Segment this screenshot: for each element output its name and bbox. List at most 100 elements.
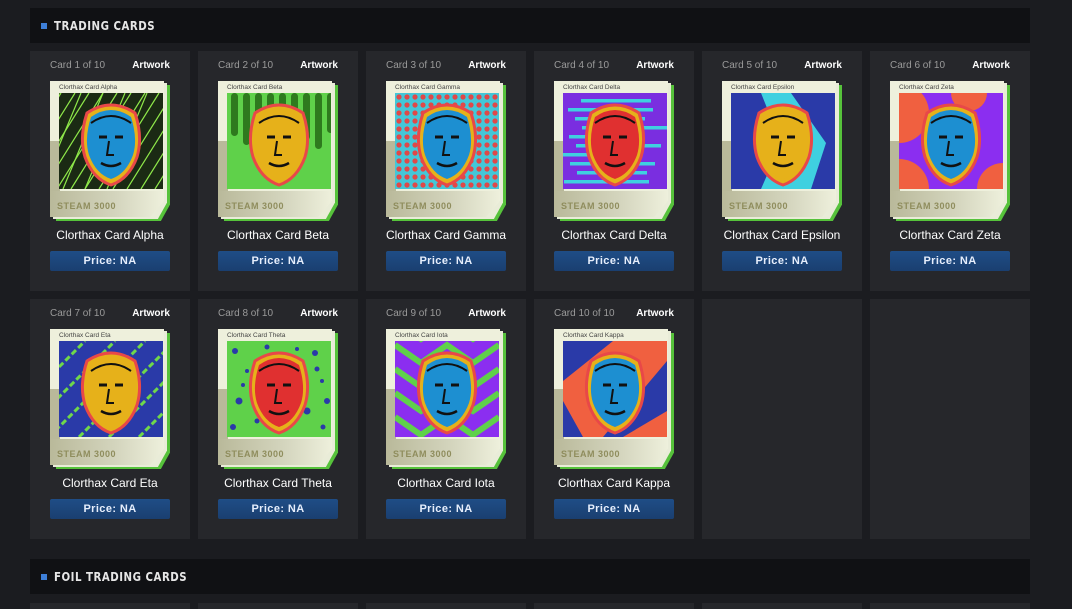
price-button[interactable]: Price: NA	[890, 251, 1010, 271]
card-number: Card 9 of 10	[386, 308, 442, 319]
card-number: Card 8 of 10	[218, 308, 274, 319]
card-number: Card 10 of 10	[554, 308, 615, 319]
card-brand: STEAM 3000	[225, 201, 285, 211]
price-button[interactable]: Price: NA	[50, 499, 170, 519]
price-button[interactable]: Price: NA	[50, 251, 170, 271]
price-button[interactable]: Price: NA	[722, 251, 842, 271]
card-mini-title: Clorthax Card Theta	[227, 332, 286, 339]
trading-card[interactable]: Card 7 of 10 Artwork Clorthax Card Eta STEA…	[30, 299, 190, 539]
trading-card[interactable]: Card 2 of 10 Artwork Clorthax Card Beta STE…	[198, 51, 358, 291]
card-artwork	[59, 93, 163, 189]
trading-card[interactable]: Card 6 of 10 Artwork Clorthax Card Zeta STE…	[870, 51, 1030, 291]
card-mini-title: Clorthax Card Gamma	[395, 84, 461, 91]
card-brand: STEAM 3000	[561, 449, 621, 459]
price-button[interactable]: Price: NA	[554, 251, 674, 271]
artwork-link[interactable]: Artwork	[300, 308, 338, 319]
artwork-link[interactable]: Artwork	[300, 60, 338, 71]
card-number: Card 6 of 10	[890, 60, 946, 71]
card-name: Clorthax Card Delta	[561, 228, 667, 242]
card-brand: STEAM 3000	[729, 201, 789, 211]
trading-card[interactable]: Card 10 of 10 Artwork Clorthax Card Kappa S…	[534, 299, 694, 539]
card-brand: STEAM 3000	[393, 201, 453, 211]
card-face: Clorthax Card Gamma STEAM 3000	[386, 81, 500, 217]
trading-card[interactable]: Card 5 of 10 Artwork Clorthax Card Epsilon…	[702, 51, 862, 291]
trading-card[interactable]: Card 4 of 10 Artwork Clorthax Card Delta ST…	[534, 51, 694, 291]
card-mini-title: Clorthax Card Iota	[395, 332, 448, 339]
card-brand: STEAM 3000	[393, 449, 453, 459]
card-artwork	[563, 341, 667, 437]
empty-card-slot	[702, 299, 862, 539]
card-mini-title: Clorthax Card Epsilon	[731, 84, 795, 91]
foil-card-cell	[534, 603, 694, 609]
card-number: Card 1 of 10	[50, 60, 106, 71]
trading-card[interactable]: Card 1 of 10 Artwork Clorthax Card Alpha ST…	[30, 51, 190, 291]
card-artwork	[395, 93, 499, 189]
artwork-link[interactable]: Artwork	[468, 60, 506, 71]
card-artwork	[227, 93, 331, 189]
card-image[interactable]: Clorthax Card Theta STEAM 3000	[218, 329, 338, 469]
card-face: Clorthax Card Alpha STEAM 3000	[50, 81, 164, 217]
artwork-link[interactable]: Artwork	[132, 60, 170, 71]
card-image[interactable]: Clorthax Card Epsilon STEAM 3000	[722, 81, 842, 221]
card-image[interactable]: Clorthax Card Eta STEAM 3000	[50, 329, 170, 469]
card-name: Clorthax Card Eta	[62, 476, 158, 490]
price-button[interactable]: Price: NA	[386, 251, 506, 271]
card-number: Card 2 of 10	[218, 60, 274, 71]
section-title: FOIL TRADING CARDS	[54, 569, 188, 584]
section-bullet-icon	[41, 22, 47, 29]
foil-trading-cards-header: FOIL TRADING CARDS	[30, 559, 1030, 594]
price-button[interactable]: Price: NA	[554, 499, 674, 519]
foil-card-cell	[30, 603, 190, 609]
card-mini-title: Clorthax Card Alpha	[59, 84, 118, 91]
foil-cards-row	[30, 603, 1030, 609]
trading-cards-grid: Card 1 of 10 Artwork Clorthax Card Alpha ST…	[30, 51, 1030, 539]
price-button[interactable]: Price: NA	[218, 251, 338, 271]
card-mini-title: Clorthax Card Eta	[59, 332, 111, 339]
card-artwork	[731, 93, 835, 189]
artwork-link[interactable]: Artwork	[972, 60, 1010, 71]
card-mini-title: Clorthax Card Kappa	[563, 332, 624, 339]
card-image[interactable]: Clorthax Card Zeta STEAM 3000	[890, 81, 1010, 221]
card-image[interactable]: Clorthax Card Beta STEAM 3000	[218, 81, 338, 221]
foil-card-cell	[870, 603, 1030, 609]
card-face: Clorthax Card Kappa STEAM 3000	[554, 329, 668, 465]
card-name: Clorthax Card Epsilon	[723, 228, 841, 242]
foil-card-cell	[366, 603, 526, 609]
card-face: Clorthax Card Iota STEAM 3000	[386, 329, 500, 465]
card-name: Clorthax Card Kappa	[557, 476, 671, 490]
card-artwork	[227, 341, 331, 437]
foil-card-cell	[198, 603, 358, 609]
card-name: Clorthax Card Theta	[224, 476, 332, 490]
trading-card[interactable]: Card 3 of 10 Artwork Clorthax Card Gamma ST…	[366, 51, 526, 291]
card-brand: STEAM 3000	[57, 449, 117, 459]
section-bullet-icon	[41, 573, 47, 580]
card-name: Clorthax Card Gamma	[385, 228, 507, 242]
card-artwork	[563, 93, 667, 189]
card-image[interactable]: Clorthax Card Iota STEAM 3000	[386, 329, 506, 469]
card-brand: STEAM 3000	[897, 201, 957, 211]
card-brand: STEAM 3000	[561, 201, 621, 211]
artwork-link[interactable]: Artwork	[468, 308, 506, 319]
card-face: Clorthax Card Epsilon STEAM 3000	[722, 81, 836, 217]
card-number: Card 5 of 10	[722, 60, 778, 71]
card-mini-title: Clorthax Card Beta	[227, 84, 283, 91]
artwork-link[interactable]: Artwork	[636, 60, 674, 71]
card-name: Clorthax Card Alpha	[56, 228, 164, 242]
card-name: Clorthax Card Zeta	[899, 228, 1001, 242]
trading-card[interactable]: Card 8 of 10 Artwork Clorthax Card Theta ST…	[198, 299, 358, 539]
section-title: TRADING CARDS	[54, 18, 156, 33]
card-image[interactable]: Clorthax Card Alpha STEAM 3000	[50, 81, 170, 221]
card-number: Card 7 of 10	[50, 308, 106, 319]
card-image[interactable]: Clorthax Card Delta STEAM 3000	[554, 81, 674, 221]
artwork-link[interactable]: Artwork	[804, 60, 842, 71]
artwork-link[interactable]: Artwork	[132, 308, 170, 319]
price-button[interactable]: Price: NA	[218, 499, 338, 519]
card-face: Clorthax Card Beta STEAM 3000	[218, 81, 332, 217]
card-image[interactable]: Clorthax Card Kappa STEAM 3000	[554, 329, 674, 469]
card-brand: STEAM 3000	[225, 449, 285, 459]
price-button[interactable]: Price: NA	[386, 499, 506, 519]
trading-card[interactable]: Card 9 of 10 Artwork Clorthax Card Iota STE…	[366, 299, 526, 539]
card-mini-title: Clorthax Card Zeta	[899, 84, 954, 91]
card-image[interactable]: Clorthax Card Gamma STEAM 3000	[386, 81, 506, 221]
artwork-link[interactable]: Artwork	[636, 308, 674, 319]
